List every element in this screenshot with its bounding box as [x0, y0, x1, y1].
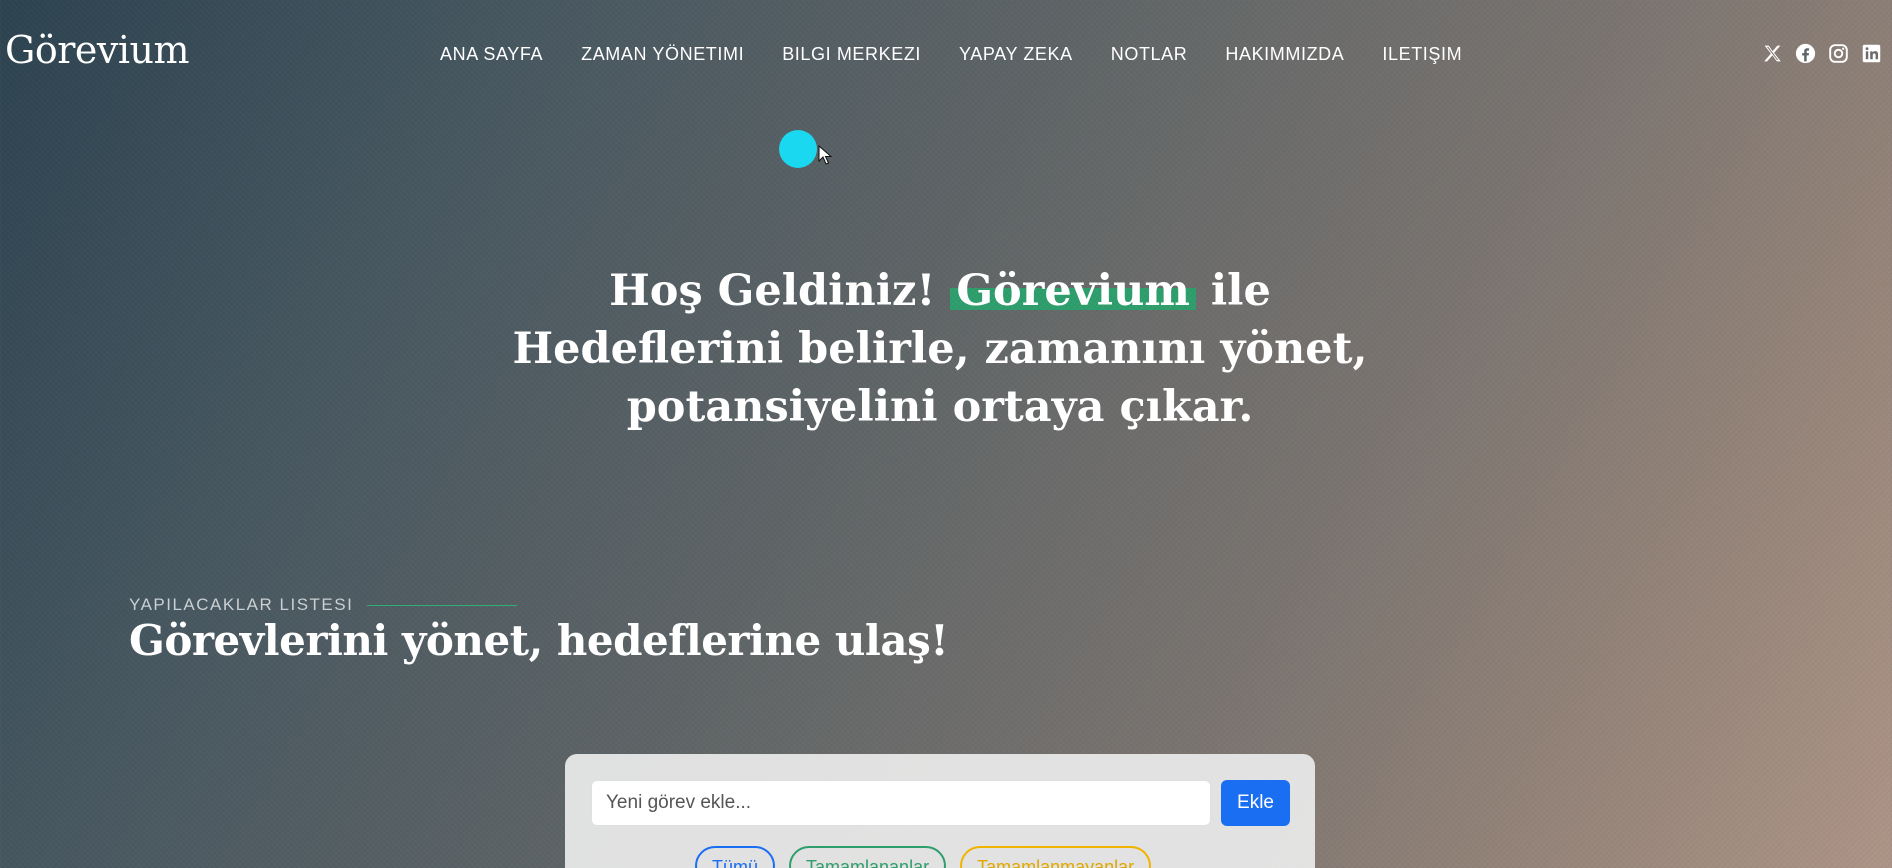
mouse-pointer-icon — [818, 145, 832, 165]
instagram-icon[interactable] — [1828, 43, 1849, 64]
section-eyebrow: YAPILACAKLAR LISTESI — [129, 595, 518, 615]
social-links — [1762, 43, 1882, 64]
task-filters: Tümü Tamamlananlar Tamamlanmayanlar — [695, 846, 1152, 868]
hero-heading: Hoş Geldiniz! Görevium ile Hedeflerini b… — [470, 262, 1410, 436]
add-task-button[interactable]: Ekle — [1221, 780, 1290, 826]
site-header: Görevium ANA SAYFA ZAMAN YÖNETIMI BILGI … — [0, 0, 1892, 110]
nav-item-notlar[interactable]: NOTLAR — [1111, 44, 1188, 65]
hero-line-2: Hedeflerini belirle, zamanını yönet, — [512, 324, 1368, 374]
filter-all-button[interactable]: Tümü — [695, 846, 776, 868]
nav-item-zaman-yonetimi[interactable]: ZAMAN YÖNETIMI — [581, 44, 744, 65]
hero-after-highlight: ile — [1210, 266, 1271, 316]
hero-welcome: Hoş Geldiniz! — [609, 266, 936, 316]
todo-card: Ekle Tümü Tamamlananlar Tamamlanmayanlar — [565, 754, 1315, 868]
section-eyebrow-text: YAPILACAKLAR LISTESI — [129, 595, 354, 614]
section-title: Görevlerini yönet, hedeflerine ulaş! — [129, 616, 949, 665]
cursor-follower-dot — [779, 130, 817, 168]
site-logo[interactable]: Görevium — [5, 28, 190, 72]
filter-incomplete-button[interactable]: Tamamlanmayanlar — [960, 846, 1152, 868]
hero-line-3: potansiyelini ortaya çıkar. — [626, 382, 1254, 432]
hero-highlight-brand: Görevium — [950, 262, 1196, 320]
new-task-input[interactable] — [591, 780, 1211, 826]
nav-item-yapay-zeka[interactable]: YAPAY ZEKA — [959, 44, 1073, 65]
filter-completed-button[interactable]: Tamamlananlar — [789, 846, 947, 868]
x-icon[interactable] — [1762, 43, 1783, 64]
nav-item-iletisim[interactable]: ILETIŞIM — [1382, 44, 1462, 65]
nav-item-hakimmizda[interactable]: HAKIMMIZDA — [1225, 44, 1344, 65]
nav-item-bilgi-merkezi[interactable]: BILGI MERKEZI — [782, 44, 921, 65]
nav-item-ana-sayfa[interactable]: ANA SAYFA — [440, 44, 543, 65]
facebook-icon[interactable] — [1795, 43, 1816, 64]
linkedin-icon[interactable] — [1861, 43, 1882, 64]
main-nav: ANA SAYFA ZAMAN YÖNETIMI BILGI MERKEZI Y… — [440, 44, 1500, 65]
section-eyebrow-rule — [367, 604, 518, 606]
